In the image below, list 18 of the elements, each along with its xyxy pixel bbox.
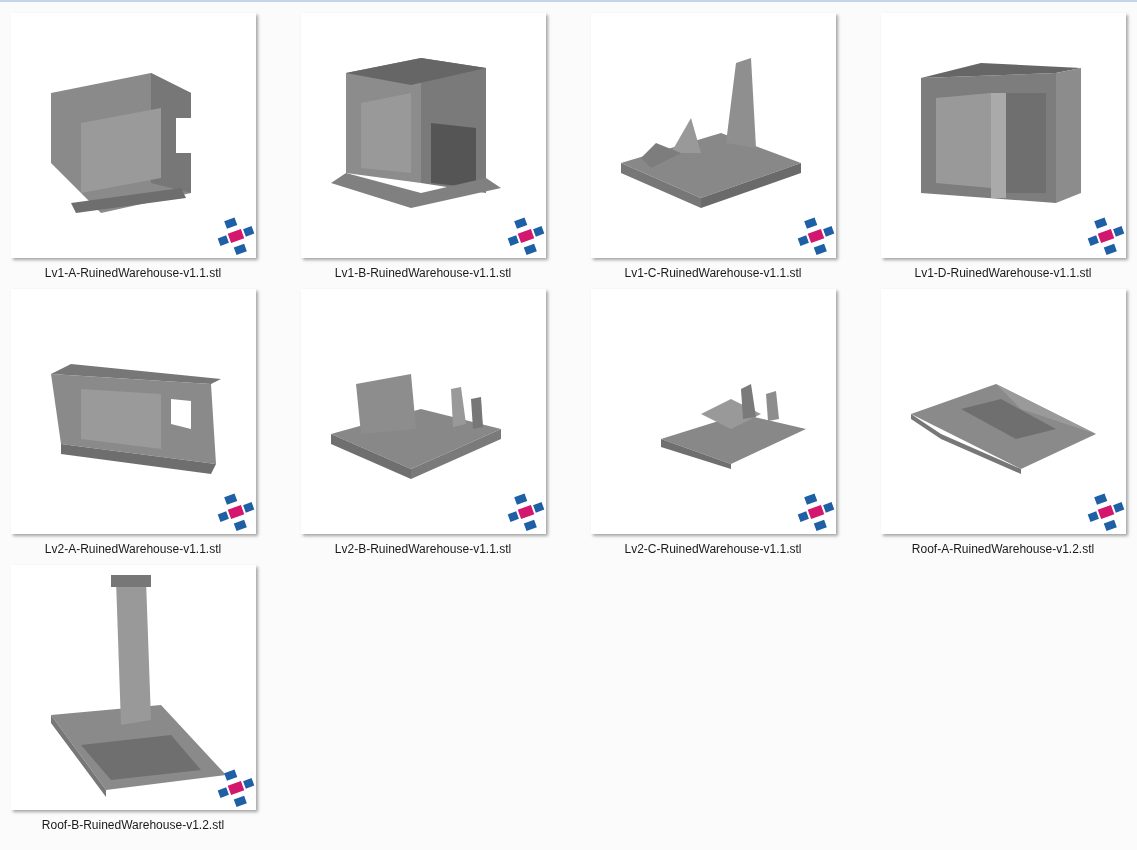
diamond-logo-icon [215,492,256,532]
file-name[interactable]: Roof-A-RuinedWarehouse-v1.2.stl [911,542,1095,556]
file-name[interactable]: Roof-B-RuinedWarehouse-v1.2.stl [41,818,225,832]
diamond-logo-icon [505,216,546,256]
diamond-logo-icon [215,768,256,808]
diamond-logo-icon [795,492,836,532]
diamond-logo-icon [795,216,836,256]
file-name[interactable]: Lv2-A-RuinedWarehouse-v1.1.stl [44,542,222,556]
file-name[interactable]: Lv1-A-RuinedWarehouse-v1.1.stl [44,266,222,280]
file-name[interactable]: Lv2-C-RuinedWarehouse-v1.1.stl [624,542,802,556]
diamond-logo-icon [505,492,546,532]
file-name[interactable]: Lv1-D-RuinedWarehouse-v1.1.stl [914,266,1092,280]
file-name[interactable]: Lv1-B-RuinedWarehouse-v1.1.stl [334,266,512,280]
diamond-logo-icon [215,216,256,256]
diamond-logo-icon [1085,216,1126,256]
file-name[interactable]: Lv2-B-RuinedWarehouse-v1.1.stl [334,542,512,556]
diamond-logo-icon [1085,492,1126,532]
file-name[interactable]: Lv1-C-RuinedWarehouse-v1.1.stl [624,266,802,280]
